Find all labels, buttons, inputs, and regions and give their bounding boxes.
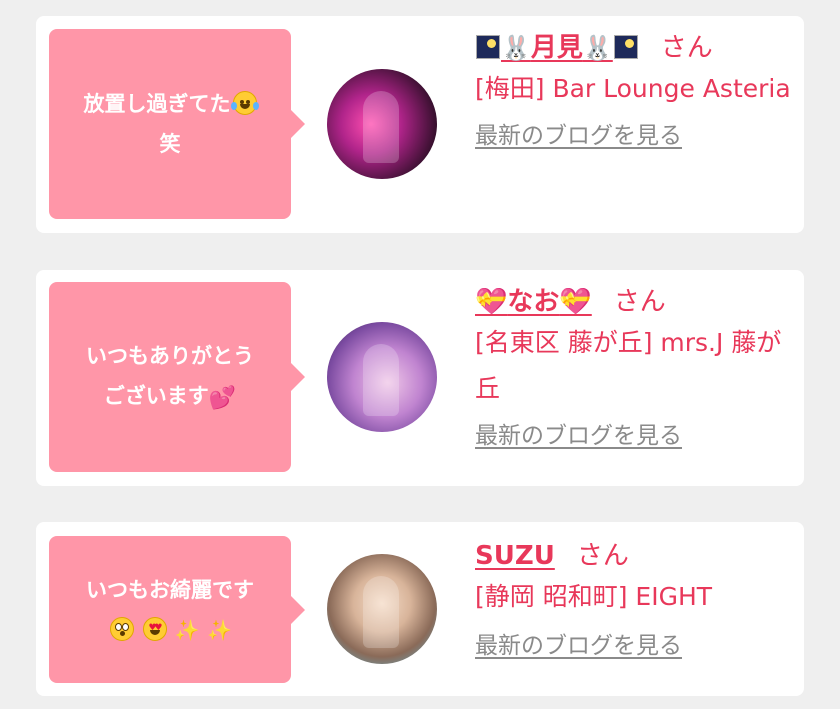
honorific: さん: [660, 33, 713, 63]
night-tile-icon: [476, 35, 500, 59]
shop-name: [静岡 昭和町] EIGHT: [475, 582, 713, 611]
avatar[interactable]: [327, 322, 437, 432]
profile-name-link[interactable]: 💝なお💝: [475, 284, 592, 320]
avatar[interactable]: [327, 554, 437, 664]
honorific: さん: [576, 541, 629, 571]
bunny-icon: 🐰: [501, 34, 531, 62]
message-bubble: 放置し過ぎてた 笑: [49, 29, 305, 219]
flushed-face-icon: [110, 616, 135, 641]
heart-eyes-face-icon: ♥ ♥: [143, 616, 168, 641]
message-text-line2: ございます: [103, 383, 209, 408]
profile-info: SUZU さん [静岡 昭和町] EIGHT 最新のブログを見る: [475, 538, 796, 662]
message-text: いつもお綺麗です: [86, 577, 254, 602]
review-card: 放置し過ぎてた 笑 🐰月見🐰 さん [梅田] Bar Lounge Asteria…: [36, 16, 804, 233]
honorific: さん: [613, 287, 666, 317]
message-bubble: いつもありがとう ございます💕: [49, 282, 305, 472]
profile-name-link[interactable]: 🐰月見🐰: [475, 30, 639, 66]
message-text: 放置し過ぎてた: [83, 92, 231, 116]
shop-name: [名東区 藤が丘] mrs.J 藤が丘: [475, 328, 782, 403]
shop-name: [梅田] Bar Lounge Asteria: [475, 74, 791, 103]
review-card: いつもお綺麗です ♥ ♥ ✨ ✨ SUZU さん [静岡 昭和町] EIGHT 最新…: [36, 522, 804, 696]
avatar[interactable]: [327, 69, 437, 179]
profile-info: 🐰月見🐰 さん [梅田] Bar Lounge Asteria 最新のブログを見る: [475, 30, 796, 152]
sparkles-icon: ✨: [206, 617, 232, 642]
latest-blog-link[interactable]: 最新のブログを見る: [475, 120, 682, 152]
two-hearts-icon: 💕: [208, 385, 237, 411]
message-text-line2: 笑: [159, 132, 181, 156]
message-bubble: いつもお綺麗です ♥ ♥ ✨ ✨: [49, 536, 305, 683]
tears-of-joy-icon: [230, 91, 259, 115]
heart-with-ribbon-icon: 💝: [559, 287, 592, 317]
sparkles-icon: ✨: [174, 617, 200, 642]
profile-info: 💝なお💝 さん [名東区 藤が丘] mrs.J 藤が丘 最新のブログを見る: [475, 284, 796, 452]
profile-name: なお: [507, 287, 560, 317]
latest-blog-link[interactable]: 最新のブログを見る: [475, 420, 682, 452]
profile-name: 月見: [530, 33, 583, 63]
night-tile-icon: [613, 35, 638, 59]
latest-blog-link[interactable]: 最新のブログを見る: [475, 630, 682, 662]
bunny-icon: 🐰: [582, 34, 613, 62]
review-card: いつもありがとう ございます💕 💝なお💝 さん [名東区 藤が丘] mrs.J 藤…: [36, 270, 804, 486]
profile-name-link[interactable]: SUZU: [475, 538, 555, 574]
message-text: いつもありがとう: [86, 343, 254, 368]
heart-with-ribbon-icon: 💝: [475, 287, 508, 317]
